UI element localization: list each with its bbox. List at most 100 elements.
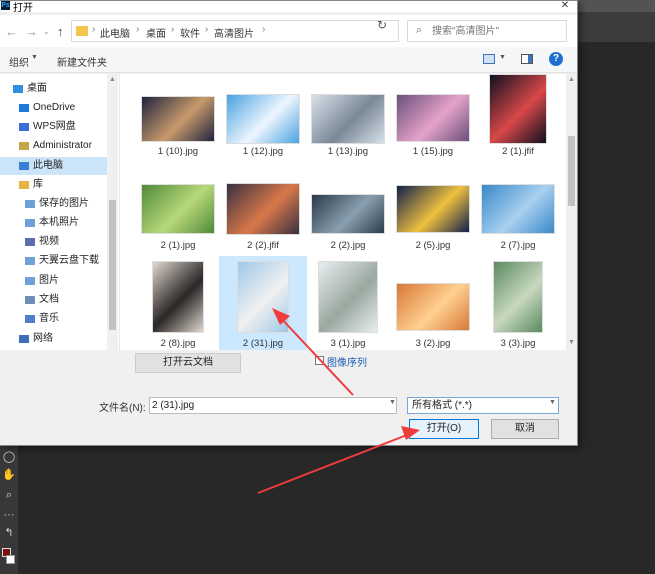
address-bar[interactable]: › 此电脑 › 桌面 › 软件 › 高清图片 › ⌄: [71, 20, 437, 42]
nav-item[interactable]: 库: [0, 176, 107, 194]
image-sequence-label: 图像序列: [327, 358, 367, 369]
organize-button[interactable]: 组织: [9, 54, 29, 69]
nav-item[interactable]: 保存的图片: [0, 195, 107, 213]
file-item[interactable]: 1 (10).jpg: [134, 74, 222, 170]
chevron-down-icon[interactable]: ▼: [389, 399, 396, 406]
breadcrumb-separator-icon[interactable]: ›: [171, 24, 174, 35]
filename-label: 文件名(N):: [99, 403, 146, 414]
nav-item[interactable]: 网络: [0, 330, 107, 348]
file-item[interactable]: 2 (1).jfif: [474, 74, 562, 170]
forward-arrow-icon[interactable]: →: [25, 24, 38, 39]
file-name: 2 (31).jpg: [242, 338, 284, 349]
file-thumbnail: [141, 96, 215, 142]
file-item[interactable]: 2 (2).jfif: [219, 170, 307, 266]
scroll-thumb[interactable]: [568, 136, 575, 206]
hand-tool-icon[interactable]: ✋: [0, 466, 18, 484]
cloud-icon: [19, 123, 29, 131]
file-name: 2 (7).jpg: [500, 240, 536, 251]
nav-scrollbar[interactable]: ▲: [107, 74, 118, 350]
filetype-select[interactable]: 所有格式 (*.*): [407, 397, 559, 414]
nav-item[interactable]: Administrator: [0, 137, 107, 155]
breadcrumb-hd-images[interactable]: 高清图片: [214, 25, 254, 40]
breadcrumb-separator-icon[interactable]: ›: [92, 24, 95, 35]
nav-item[interactable]: 图片: [0, 272, 107, 290]
dialog-title: 打开: [13, 3, 33, 14]
file-item[interactable]: 1 (15).jpg: [389, 74, 477, 170]
nav-item[interactable]: 文档: [0, 291, 107, 309]
command-bar: 组织 ▼ 新建文件夹 ▼ ?: [0, 47, 577, 73]
file-list: 1 (10).jpg 1 (12).jpg 1 (13).jpg 1 (15).jpg…: [119, 74, 577, 350]
image-icon: [25, 277, 35, 285]
image-sequence-checkbox[interactable]: [315, 356, 324, 365]
file-item[interactable]: 2 (2).jpg: [304, 170, 392, 266]
nav-item[interactable]: 视频: [0, 233, 107, 251]
file-name: 3 (1).jpg: [330, 338, 366, 349]
file-scrollbar[interactable]: ▲ ▼: [566, 74, 577, 350]
file-thumbnail: [396, 94, 470, 142]
file-name: 3 (2).jpg: [415, 338, 451, 349]
breadcrumb-separator-icon[interactable]: ›: [262, 24, 265, 35]
file-item[interactable]: 3 (2).jpg: [389, 256, 477, 350]
file-thumbnail: [396, 283, 470, 331]
preview-pane-icon[interactable]: [521, 54, 533, 64]
nav-item[interactable]: 此电脑: [0, 157, 107, 175]
scroll-thumb[interactable]: [109, 200, 116, 330]
file-item[interactable]: 3 (1).jpg: [304, 256, 392, 350]
file-item[interactable]: 2 (8).jpg: [134, 256, 222, 350]
breadcrumb-this-pc[interactable]: 此电脑: [100, 25, 130, 40]
close-button[interactable]: ✕: [555, 1, 575, 12]
nav-item[interactable]: 桌面: [0, 80, 107, 98]
filename-input[interactable]: [149, 397, 397, 414]
scroll-down-icon[interactable]: ▼: [568, 339, 575, 346]
file-name: 2 (2).jfif: [247, 240, 279, 251]
zoom-tool-icon[interactable]: ⌕: [0, 486, 18, 504]
new-folder-button[interactable]: 新建文件夹: [57, 54, 107, 69]
lasso-tool-icon[interactable]: ◯: [0, 448, 18, 466]
refresh-icon[interactable]: ↻: [377, 18, 387, 32]
nav-item[interactable]: 本机照片: [0, 214, 107, 232]
open-cloud-document-button[interactable]: 打开云文档: [135, 353, 241, 373]
file-name: 2 (1).jfif: [502, 146, 534, 157]
view-mode-icon[interactable]: [483, 54, 495, 64]
recent-chevron-icon[interactable]: ⌄: [43, 27, 50, 36]
file-name: 1 (15).jpg: [412, 146, 454, 157]
file-name: 2 (1).jpg: [160, 240, 196, 251]
open-button[interactable]: 打开(O): [409, 419, 479, 439]
breadcrumb-separator-icon[interactable]: ›: [205, 24, 208, 35]
up-arrow-icon[interactable]: ↑: [57, 24, 64, 39]
folder-icon: [25, 219, 35, 227]
search-input[interactable]: [432, 23, 562, 39]
scroll-up-icon[interactable]: ▲: [109, 76, 116, 83]
nav-item[interactable]: OneDrive: [0, 99, 107, 117]
file-item[interactable]: 1 (13).jpg: [304, 74, 392, 170]
scroll-up-icon[interactable]: ▲: [568, 76, 575, 83]
breadcrumb-desktop[interactable]: 桌面: [146, 25, 166, 40]
chevron-down-icon[interactable]: ▼: [499, 54, 506, 61]
nav-item-label: 音乐: [39, 313, 59, 324]
more-tools-icon[interactable]: ···: [0, 506, 18, 524]
back-arrow-icon[interactable]: ←: [5, 24, 18, 39]
nav-item-label: 此电脑: [33, 160, 63, 171]
file-item[interactable]: 2 (31).jpg: [219, 256, 307, 350]
breadcrumb-separator-icon[interactable]: ›: [136, 24, 139, 35]
chevron-down-icon[interactable]: ▼: [31, 54, 38, 61]
background-color-swatch[interactable]: [6, 555, 15, 564]
swap-colors-icon[interactable]: ↰: [0, 524, 18, 542]
nav-item-label: WPS网盘: [33, 121, 76, 132]
nav-item[interactable]: WPS网盘: [0, 118, 107, 136]
file-item[interactable]: 3 (3).jpg: [474, 256, 562, 350]
file-item[interactable]: 2 (5).jpg: [389, 170, 477, 266]
nav-item[interactable]: 天翼云盘下载: [0, 252, 107, 270]
breadcrumb-software[interactable]: 软件: [180, 25, 200, 40]
file-thumbnail: [141, 184, 215, 234]
video-icon: [25, 238, 35, 246]
nav-item[interactable]: 音乐: [0, 310, 107, 328]
desktop-icon: [13, 85, 23, 93]
chevron-down-icon[interactable]: ▼: [549, 399, 556, 406]
file-item[interactable]: 2 (7).jpg: [474, 170, 562, 266]
search-box[interactable]: ⌕: [407, 20, 567, 42]
help-icon[interactable]: ?: [549, 52, 563, 66]
cancel-button[interactable]: 取消: [491, 419, 559, 439]
file-item[interactable]: 2 (1).jpg: [134, 170, 222, 266]
file-item[interactable]: 1 (12).jpg: [219, 74, 307, 170]
